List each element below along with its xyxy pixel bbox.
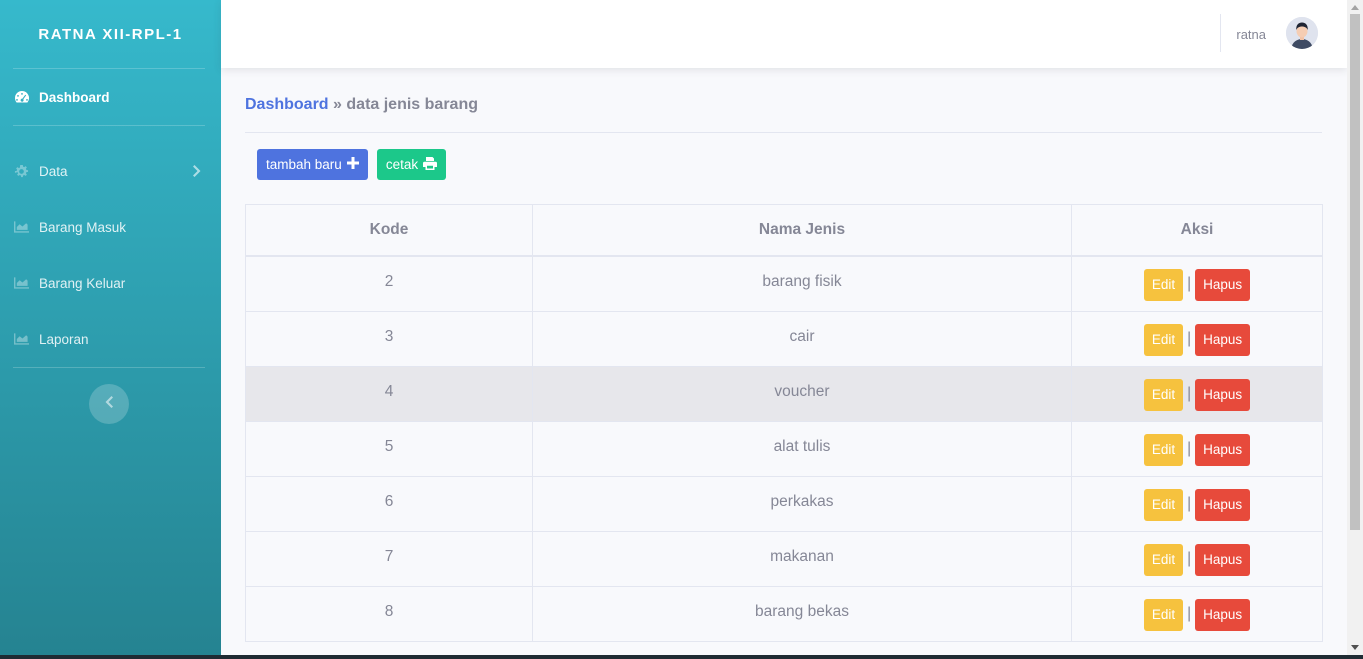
- topbar: ratna: [221, 0, 1347, 68]
- cell-nama-jenis: barang bekas: [532, 585, 1072, 642]
- delete-button[interactable]: Hapus: [1195, 543, 1251, 576]
- user-name[interactable]: ratna: [1236, 27, 1266, 42]
- avatar[interactable]: [1286, 17, 1318, 49]
- page-scrollbar[interactable]: [1347, 0, 1363, 655]
- scroll-up-arrow-icon[interactable]: [1351, 5, 1359, 10]
- cell-aksi: Edit | Hapus: [1071, 420, 1323, 477]
- cell-kode: 7: [245, 530, 533, 587]
- cell-nama-jenis: makanan: [532, 530, 1072, 587]
- sidebar-item-label: Barang Masuk: [39, 219, 127, 235]
- table-row: 7 makanan Edit | Hapus: [245, 530, 1323, 587]
- cell-kode: 5: [245, 420, 533, 477]
- table-row: 3 cair Edit | Hapus: [245, 310, 1323, 367]
- sidebar-item-dashboard[interactable]: Dashboard: [0, 69, 221, 125]
- print-button-label: cetak: [385, 157, 419, 172]
- print-button[interactable]: cetak: [376, 149, 447, 180]
- cell-kode: 2: [245, 255, 533, 312]
- table-header-row: Kode Nama Jenis Aksi: [245, 204, 1323, 257]
- tachometer-icon: [14, 90, 31, 104]
- table-row: 2 barang fisik Edit | Hapus: [245, 255, 1323, 312]
- sidebar-brand[interactable]: RATNA XII-RPL-1: [0, 0, 221, 68]
- action-separator: |: [1187, 494, 1192, 512]
- breadcrumb-home-link[interactable]: Dashboard: [245, 96, 329, 113]
- edit-button[interactable]: Edit: [1143, 543, 1184, 576]
- table-row: 8 barang bekas Edit | Hapus: [245, 585, 1323, 642]
- sidebar-item-label: Data: [39, 163, 68, 179]
- chart-area-icon: [14, 276, 31, 290]
- action-separator: |: [1187, 329, 1192, 347]
- cell-aksi: Edit | Hapus: [1071, 585, 1323, 642]
- cell-aksi: Edit | Hapus: [1071, 365, 1323, 422]
- edit-button[interactable]: Edit: [1143, 269, 1184, 301]
- breadcrumb-current: data jenis barang: [346, 96, 478, 113]
- jenis-barang-table: Kode Nama Jenis Aksi 2 barang fisik Edit | H…: [245, 204, 1323, 642]
- cell-nama-jenis: barang fisik: [532, 255, 1072, 312]
- edit-button[interactable]: Edit: [1143, 323, 1184, 356]
- breadcrumb-separator: »: [333, 96, 342, 113]
- add-new-button-label: tambah baru: [266, 157, 342, 172]
- sidebar-item-label: Laporan: [39, 331, 89, 347]
- action-separator: |: [1187, 439, 1192, 457]
- chevron-right-icon: [193, 165, 201, 180]
- sidebar-item-barang-masuk[interactable]: Barang Masuk: [0, 199, 221, 255]
- add-new-button[interactable]: tambah baru: [257, 149, 368, 180]
- cell-aksi: Edit | Hapus: [1071, 530, 1323, 587]
- delete-button[interactable]: Hapus: [1195, 433, 1251, 466]
- main-content: Dashboard » data jenis barang tambah bar…: [245, 68, 1323, 642]
- sidebar-item-barang-keluar[interactable]: Barang Keluar: [0, 255, 221, 311]
- sidebar-divider: [13, 367, 205, 368]
- table-row: 5 alat tulis Edit | Hapus: [245, 420, 1323, 477]
- edit-button[interactable]: Edit: [1143, 378, 1184, 411]
- table-row: 4 voucher Edit | Hapus: [245, 365, 1323, 422]
- action-separator: |: [1187, 549, 1192, 567]
- sidebar-item-laporan[interactable]: Laporan: [0, 311, 221, 367]
- scrollbar-thumb[interactable]: [1350, 14, 1360, 530]
- cell-kode: 4: [245, 365, 533, 422]
- cell-nama-jenis: alat tulis: [532, 420, 1072, 477]
- cell-kode: 3: [245, 310, 533, 367]
- cell-nama-jenis: cair: [532, 310, 1072, 367]
- cell-kode: 6: [245, 475, 533, 532]
- plus-icon: [342, 157, 359, 172]
- delete-button[interactable]: Hapus: [1195, 269, 1251, 301]
- cell-aksi: Edit | Hapus: [1071, 475, 1323, 532]
- table-row: 6 perkakas Edit | Hapus: [245, 475, 1323, 532]
- delete-button[interactable]: Hapus: [1195, 378, 1251, 411]
- chart-area-icon: [14, 332, 31, 346]
- cell-nama-jenis: perkakas: [532, 475, 1072, 532]
- scroll-down-arrow-icon[interactable]: [1351, 645, 1359, 650]
- action-separator: |: [1187, 384, 1192, 402]
- column-header-aksi[interactable]: Aksi: [1071, 204, 1323, 257]
- action-separator: |: [1187, 275, 1192, 292]
- sidebar-toggle-button[interactable]: [89, 384, 129, 424]
- cell-aksi: Edit | Hapus: [1071, 310, 1323, 367]
- action-bar: tambah baru cetak: [257, 149, 1322, 180]
- delete-button[interactable]: Hapus: [1195, 323, 1251, 356]
- cell-kode: 8: [245, 585, 533, 642]
- sidebar: RATNA XII-RPL-1 Dashboard Data Barang Ma…: [0, 0, 221, 655]
- chart-area-icon: [14, 220, 31, 234]
- sidebar-item-label: Dashboard: [39, 89, 110, 105]
- column-header-nama-jenis[interactable]: Nama Jenis: [532, 204, 1072, 257]
- action-separator: |: [1187, 604, 1192, 622]
- content-divider: [245, 132, 1322, 133]
- breadcrumb: Dashboard » data jenis barang: [245, 96, 1322, 114]
- edit-button[interactable]: Edit: [1143, 598, 1184, 631]
- sidebar-item-data[interactable]: Data: [0, 143, 221, 199]
- taskbar-edge: [0, 655, 1363, 659]
- cell-nama-jenis: voucher: [532, 365, 1072, 422]
- chevron-left-icon: [105, 395, 113, 413]
- cog-icon: [14, 164, 31, 178]
- delete-button[interactable]: Hapus: [1195, 488, 1251, 521]
- sidebar-item-label: Barang Keluar: [39, 275, 126, 291]
- topbar-divider: [1220, 14, 1221, 52]
- edit-button[interactable]: Edit: [1143, 433, 1184, 466]
- print-icon: [418, 156, 438, 173]
- edit-button[interactable]: Edit: [1143, 488, 1184, 521]
- cell-aksi: Edit | Hapus: [1071, 255, 1323, 312]
- column-header-kode[interactable]: Kode: [245, 204, 533, 257]
- delete-button[interactable]: Hapus: [1195, 598, 1251, 631]
